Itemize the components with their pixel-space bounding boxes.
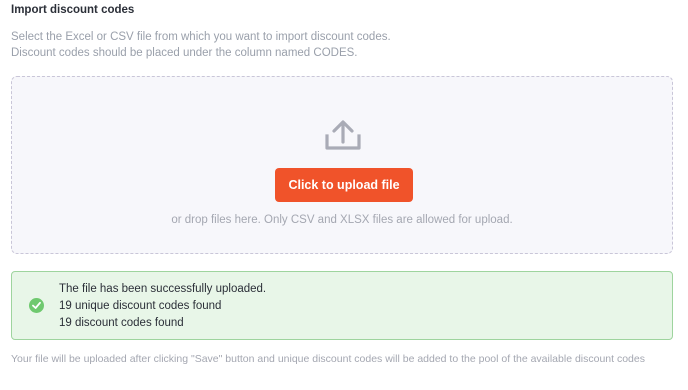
description-line: Select the Excel or CSV file from which … bbox=[11, 31, 391, 43]
upload-success-alert: The file has been successfully uploaded.… bbox=[11, 271, 673, 340]
success-message: The file has been successfully uploaded.… bbox=[59, 281, 266, 332]
section-title: Import discount codes bbox=[11, 4, 135, 16]
success-line: The file has been successfully uploaded. bbox=[59, 283, 267, 295]
upload-icon bbox=[325, 120, 361, 150]
footnote-text: Your file will be uploaded after clickin… bbox=[11, 353, 645, 365]
import-discount-codes-panel: Import discount codes Select the Excel o… bbox=[0, 0, 688, 390]
unique-codes-count: 19 unique discount codes found bbox=[59, 300, 222, 312]
codes-count: 19 discount codes found bbox=[59, 317, 184, 329]
upload-file-button[interactable]: Click to upload file bbox=[275, 168, 413, 202]
description-line: Discount codes should be placed under th… bbox=[11, 47, 358, 59]
section-description: Select the Excel or CSV file from which … bbox=[11, 29, 391, 61]
drop-hint-text: or drop files here. Only CSV and XLSX fi… bbox=[171, 214, 513, 226]
check-circle-icon bbox=[29, 298, 44, 313]
file-dropzone[interactable]: Click to upload file or drop files here.… bbox=[11, 76, 673, 254]
